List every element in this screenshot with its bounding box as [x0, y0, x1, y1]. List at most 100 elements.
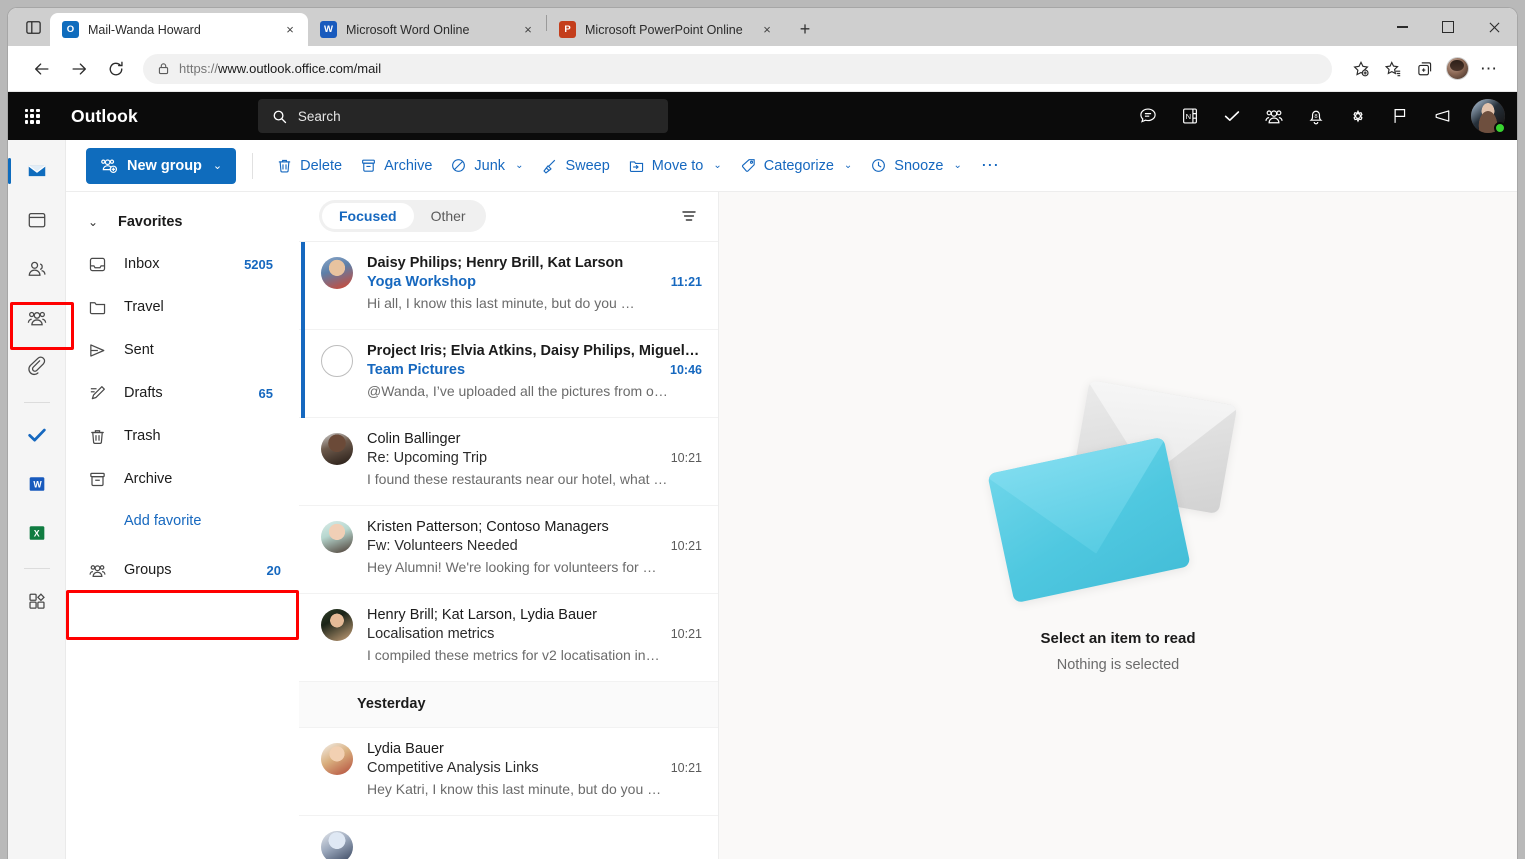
folder-icon [89, 301, 106, 314]
folder-count: 5205 [244, 256, 273, 272]
message-list-item[interactable]: Colin Ballinger Re: Upcoming Trip 10:21 … [299, 418, 718, 506]
message-time: 10:21 [670, 626, 702, 641]
sidebar-item-excel[interactable]: X [16, 512, 58, 554]
sidebar-item-apps[interactable] [16, 580, 58, 622]
back-button[interactable] [26, 53, 58, 85]
forward-button[interactable] [63, 53, 95, 85]
rail-divider [23, 568, 50, 569]
message-list-item[interactable]: Project Iris; Elvia Atkins, Daisy Philip… [299, 329, 718, 418]
url-text: https://www.outlook.office.com/mail [179, 61, 1322, 76]
message-time: 10:46 [670, 362, 702, 377]
message-list-item[interactable]: Kristen Patterson; Contoso Managers Fw: … [299, 506, 718, 594]
filter-button[interactable] [680, 207, 698, 225]
sidebar-item-files[interactable] [16, 346, 58, 388]
select-circle-icon[interactable] [321, 344, 353, 377]
url-field[interactable]: https://www.outlook.office.com/mail [143, 53, 1332, 84]
sidebar-item-mail[interactable] [8, 150, 58, 192]
junk-block-icon [452, 159, 466, 172]
move-to-button[interactable]: Move to ⌄ [619, 151, 731, 180]
search-placeholder: Search [297, 108, 341, 124]
snooze-label: Snooze [894, 157, 944, 174]
tab-title: Microsoft Word Online [346, 22, 470, 37]
tab-focused[interactable]: Focused [322, 203, 414, 230]
minimize-button[interactable] [1379, 8, 1425, 46]
sidebar-item-calendar[interactable] [16, 199, 58, 241]
groups-folder-highlight-box [66, 590, 299, 640]
more-dots: ⋯ [1480, 59, 1498, 78]
browser-profile-avatar[interactable] [1441, 53, 1473, 85]
feedback-megaphone-icon[interactable] [1421, 96, 1463, 136]
folder-item-inbox[interactable]: Inbox 5205 [66, 243, 291, 285]
close-icon[interactable]: × [757, 20, 777, 40]
categorize-tag-icon [741, 159, 755, 172]
browser-tab-0[interactable]: O Mail-Wanda Howard × [50, 13, 308, 46]
favorites-header[interactable]: ⌄ Favorites [66, 202, 299, 242]
apps-icon [28, 593, 45, 609]
message-list-item[interactable]: Daisy Philips; Henry Brill, Kat Larson Y… [299, 241, 718, 330]
folder-label: Sent [124, 342, 154, 358]
todo-check-icon[interactable] [1211, 96, 1253, 136]
tab-title: Microsoft PowerPoint Online [585, 22, 743, 37]
message-list-item[interactable]: Lydia Bauer Competitive Analysis Links 1… [299, 728, 718, 816]
message-list-item[interactable]: Henry Brill; Kat Larson, Lydia Bauer Loc… [299, 594, 718, 682]
collections-icon[interactable] [1409, 53, 1441, 85]
message-subject-row: Competitive Analysis Links 10:21 [367, 760, 702, 779]
outlook-brand-label: Outlook [71, 105, 138, 126]
snooze-button[interactable]: Snooze ⌄ [861, 151, 971, 180]
tab-other[interactable]: Other [414, 203, 483, 229]
user-avatar[interactable] [1471, 99, 1506, 134]
folder-item-groups[interactable]: Groups 20 [66, 549, 299, 591]
flag-icon[interactable] [1379, 96, 1421, 136]
contact-avatar [321, 520, 353, 553]
folder-item-drafts[interactable]: Drafts 65 [66, 372, 291, 414]
word-icon: W [320, 21, 337, 38]
sidebar-item-todo[interactable] [16, 414, 58, 456]
message-content: Kristen Patterson; Contoso Managers Fw: … [367, 519, 702, 580]
new-tab-button[interactable]: + [790, 14, 820, 44]
folder-label: Inbox [124, 256, 160, 272]
browser-window: O Mail-Wanda Howard × W Microsoft Word O… [8, 8, 1517, 859]
settings-gear-icon[interactable] [1337, 96, 1379, 136]
sidebar-item-groups[interactable] [16, 297, 58, 339]
close-window-button[interactable] [1471, 8, 1517, 46]
close-icon[interactable]: × [518, 20, 538, 40]
command-overflow-button[interactable]: ⋯ [971, 151, 1010, 180]
browser-tab-2[interactable]: P Microsoft PowerPoint Online × [547, 13, 785, 46]
delete-button[interactable]: Delete [267, 151, 351, 180]
notifications-bell-icon[interactable]: 8 [1295, 96, 1337, 136]
folder-item-trash[interactable]: Trash [66, 415, 291, 457]
categorize-button[interactable]: Categorize ⌄ [731, 151, 862, 180]
archive-button[interactable]: Archive [351, 151, 441, 180]
junk-button[interactable]: Junk ⌄ [441, 151, 532, 180]
message-content: Daisy Philips; Henry Brill, Kat Larson Y… [367, 255, 702, 316]
add-favorite-link[interactable]: Add favorite [66, 501, 299, 541]
new-group-icon [101, 159, 118, 174]
message-content: Colin Ballinger Re: Upcoming Trip 10:21 … [367, 431, 702, 492]
maximize-button[interactable] [1425, 8, 1471, 46]
teams-people-icon[interactable] [1253, 96, 1295, 136]
favorites-list-icon[interactable] [1377, 53, 1409, 85]
folder-item-archive[interactable]: Archive [66, 458, 291, 500]
waffle-icon[interactable] [8, 92, 56, 140]
folder-item-travel[interactable]: Travel [66, 286, 291, 328]
archive-label: Archive [384, 157, 433, 174]
browser-tab-1[interactable]: W Microsoft Word Online × [308, 13, 546, 46]
search-input[interactable]: Search [257, 99, 668, 133]
sweep-button[interactable]: Sweep [532, 151, 618, 180]
favorites-label: Favorites [118, 214, 183, 230]
message-list-item[interactable] [299, 816, 718, 859]
sidebar-item-people[interactable] [16, 248, 58, 290]
onenote-icon[interactable]: N [1169, 96, 1211, 136]
close-icon[interactable]: × [280, 20, 300, 40]
chat-icon[interactable] [1127, 96, 1169, 136]
reload-button[interactable] [100, 53, 132, 85]
browser-more-icon[interactable]: ⋯ [1473, 53, 1505, 85]
new-group-button[interactable]: New group ⌄ [86, 147, 237, 184]
add-favorite-star-icon[interactable] [1345, 52, 1377, 85]
delete-label: Delete [300, 157, 343, 174]
chevron-down-icon: ⌄ [515, 160, 524, 171]
folder-item-sent[interactable]: Sent [66, 329, 291, 371]
junk-label: Junk [474, 157, 506, 174]
tab-search-icon[interactable] [16, 10, 50, 44]
sidebar-item-word[interactable]: W [16, 463, 58, 505]
